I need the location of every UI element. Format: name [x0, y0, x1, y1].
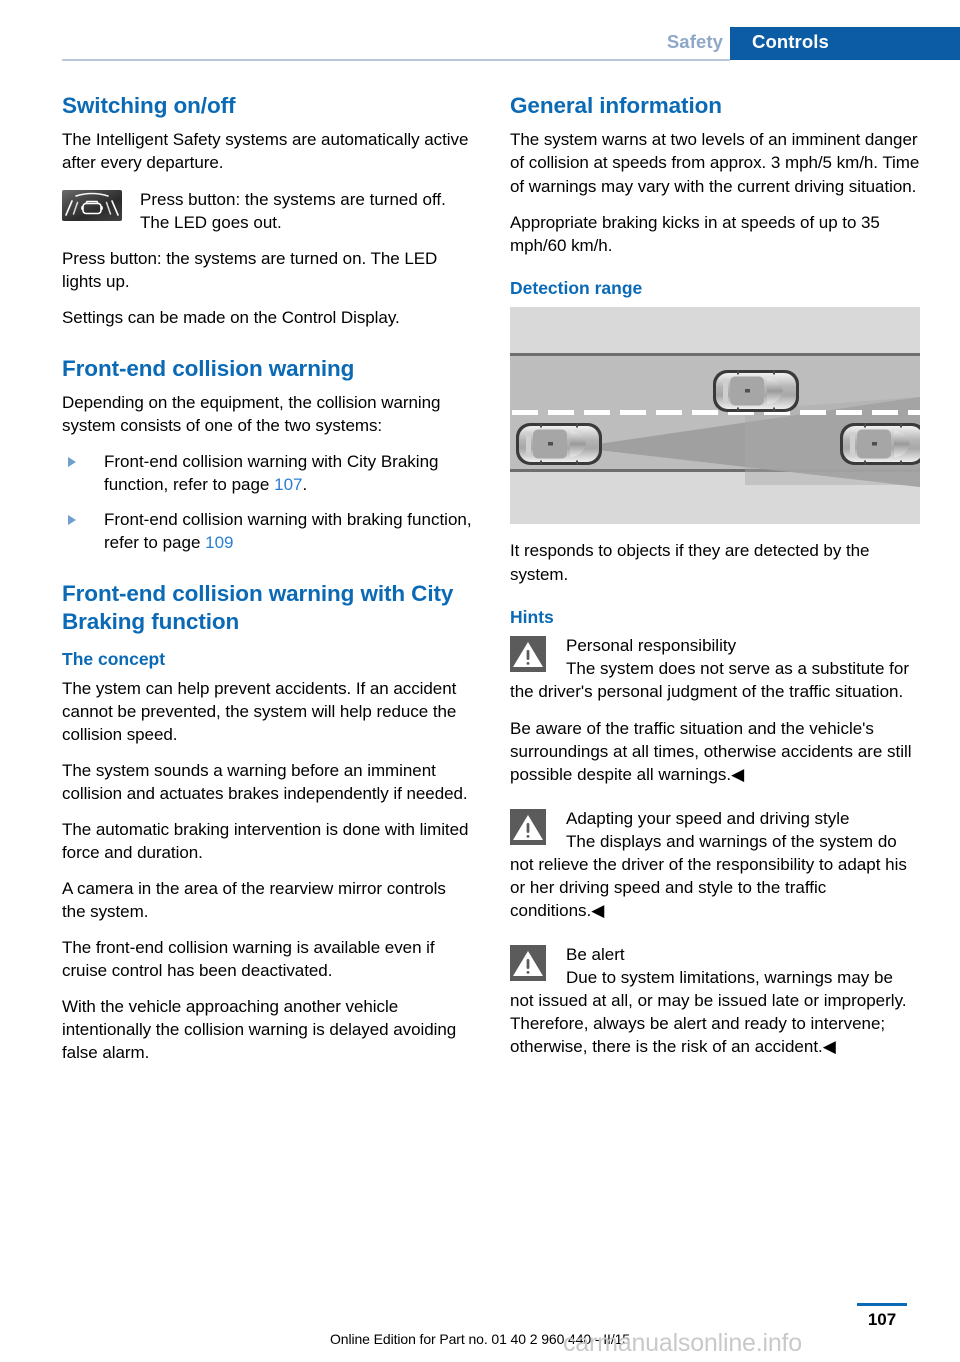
- page-number: 107: [867, 1310, 897, 1329]
- paragraph-detection-caption: It responds to objects if they are detec…: [510, 541, 870, 584]
- warning-triangle-icon: [510, 944, 546, 981]
- page-number-rule: [857, 1303, 907, 1306]
- paragraph-switching-intro: The Intelligent Safety systems are autom…: [62, 130, 469, 173]
- paragraph-general-info-1: The system warns at two levels of an imm…: [510, 130, 920, 196]
- warning-note: Be alert Due to system limitations, warn…: [510, 943, 920, 1058]
- triangle-bullet-icon: [68, 515, 76, 526]
- warning-note-body-first: The displays and warnings of the system …: [510, 831, 907, 920]
- collision-warning-system-list: Front-end collision warning with City Br…: [62, 450, 472, 554]
- detected-vehicle: [840, 423, 920, 466]
- site-watermark: carmanualsonline.info: [563, 1329, 803, 1357]
- paragraph-concept-6: With the vehicle approaching another veh…: [62, 997, 457, 1063]
- paragraph-collision-warning-intro: Depending on the equipment, the collisio…: [62, 393, 441, 436]
- header-divider: [62, 59, 730, 61]
- bullet-text-after: .: [302, 475, 308, 495]
- list-item: Front-end collision warning with City Br…: [62, 450, 472, 496]
- breadcrumb-chapter: Safety: [666, 31, 723, 52]
- ego-vehicle: [516, 423, 602, 466]
- heading-switching-on-off: Switching on/off: [62, 93, 236, 118]
- paragraph-concept-3: The automatic braking intervention is do…: [62, 820, 469, 863]
- heading-general-information: General information: [510, 93, 722, 118]
- warning-note-body-first: The system does not serve as a substitut…: [510, 659, 909, 702]
- leading-vehicle: [713, 370, 799, 413]
- triangle-bullet-icon: [68, 457, 76, 468]
- paragraph-general-info-2: Appropriate braking kicks in at speeds o…: [510, 212, 880, 255]
- warning-note-body-first: Due to system limitations, warnings may …: [510, 967, 907, 1056]
- page-reference-link[interactable]: 107: [274, 475, 302, 494]
- warning-note-title: Personal responsibility: [566, 636, 737, 656]
- warning-triangle-icon: [510, 636, 546, 673]
- warning-triangle-icon: [510, 808, 546, 845]
- subheading-detection-range: Detection range: [510, 277, 643, 298]
- detection-range-illustration: [510, 307, 920, 525]
- warning-note-title: Be alert: [566, 944, 625, 964]
- left-column: Switching on/off The Intelligent Safety …: [62, 92, 472, 1077]
- paragraph-concept-2: The system sounds a warning before an im…: [62, 761, 468, 804]
- page-header: Safety Controls: [0, 0, 960, 62]
- page-reference-link[interactable]: 109: [205, 533, 233, 552]
- paragraph-concept-4: A camera in the area of the rearview mir…: [62, 879, 446, 922]
- intelligent-safety-button-icon: [62, 189, 122, 221]
- heading-city-braking-function: Front-end collision warning with City Br…: [62, 581, 454, 634]
- list-item: Front-end collision warning with braking…: [62, 508, 472, 554]
- bullet-text: Front-end collision warning with braking…: [104, 510, 472, 553]
- warning-note: Adapting your speed and driving style Th…: [510, 807, 920, 922]
- button-note-block: Press button: the systems are turned off…: [62, 188, 472, 234]
- subheading-the-concept: The concept: [62, 649, 166, 670]
- breadcrumb-section: Controls: [752, 31, 829, 52]
- subheading-hints: Hints: [510, 606, 554, 627]
- warning-note: Personal responsibility The system does …: [510, 634, 920, 785]
- warning-note-body-rest: Be aware of the traffic situation and th…: [510, 718, 912, 784]
- footer-edition-text: Online Edition for Part no. 01 40 2 960 …: [330, 1331, 630, 1347]
- paragraph-control-display-settings: Settings can be made on the Control Disp…: [62, 307, 400, 327]
- paragraph-press-button-on: Press button: the systems are turned on.…: [62, 248, 438, 291]
- bullet-text: Front-end collision warning with City Br…: [104, 452, 439, 495]
- paragraph-concept-1: The ystem can help prevent accidents. If…: [62, 679, 457, 745]
- warning-note-title: Adapting your speed and driving style: [566, 808, 850, 828]
- paragraph-concept-5: The front-end collision warning is avail…: [62, 938, 435, 981]
- right-column: General information The system warns at …: [510, 92, 920, 1075]
- button-note-text: Press button: the systems are turned off…: [140, 189, 446, 232]
- heading-front-end-collision-warning: Front-end collision warning: [62, 355, 355, 381]
